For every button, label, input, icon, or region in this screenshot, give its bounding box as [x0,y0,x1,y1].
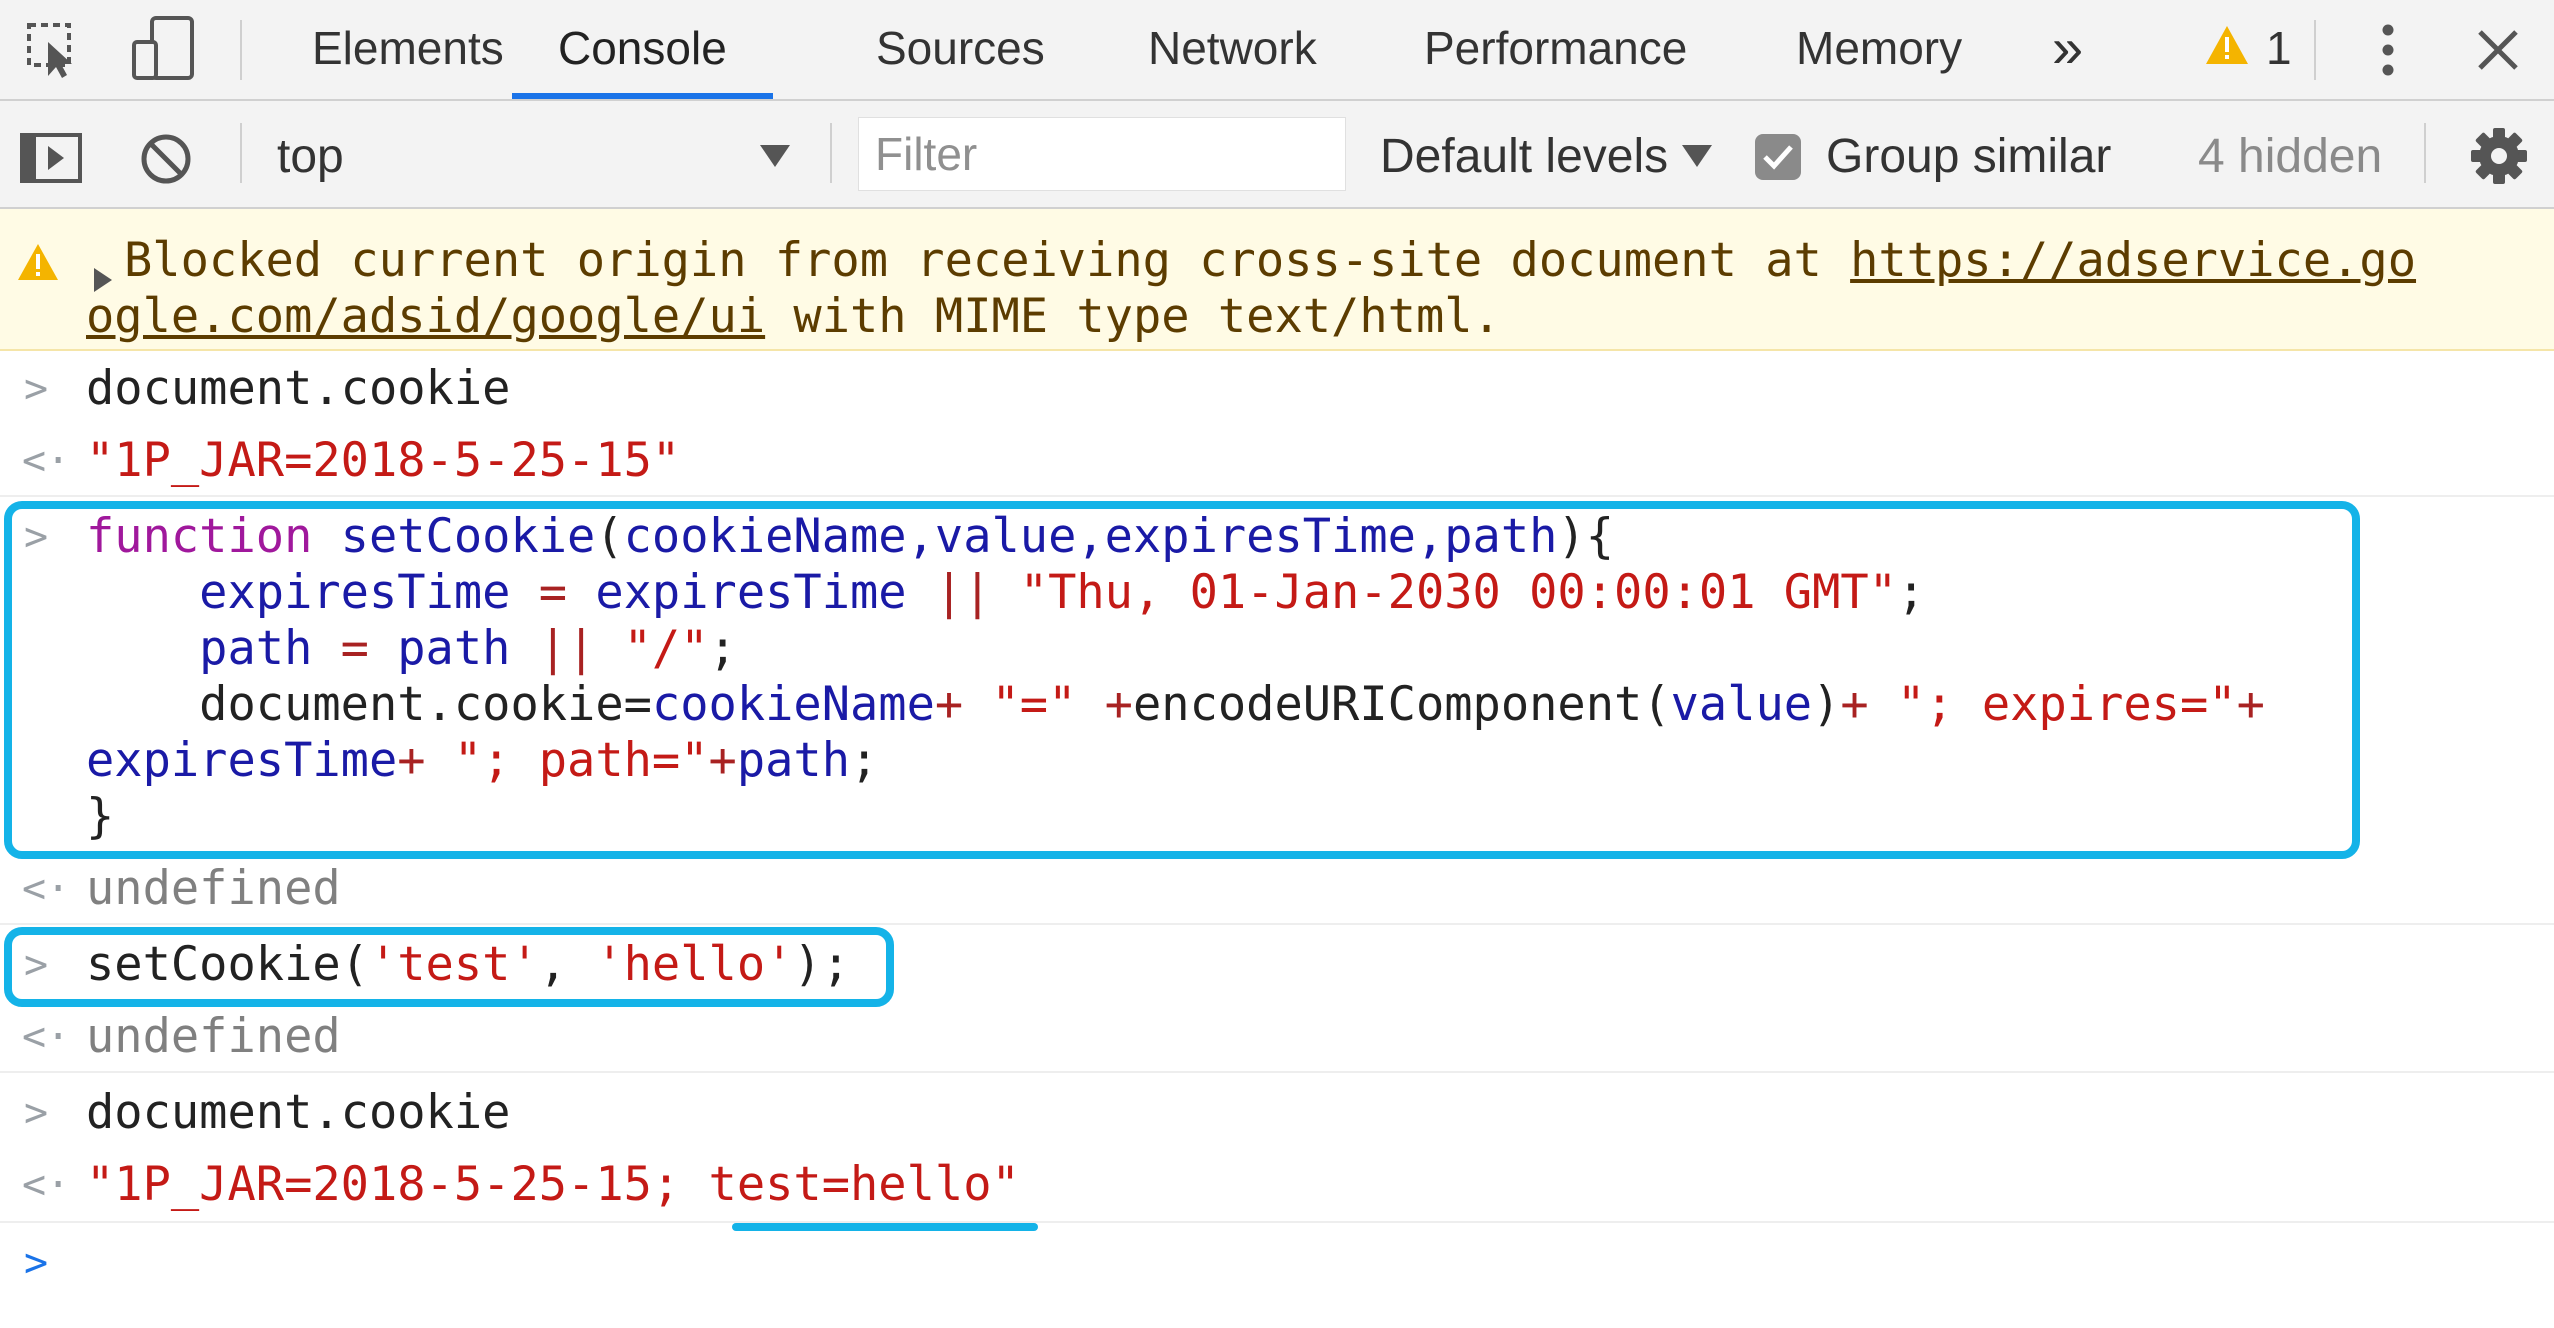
input-prompt-icon: > [24,366,49,412]
call-highlight-box [4,927,894,1007]
settings-gear-icon[interactable] [2470,127,2528,190]
quote: " [991,1157,1020,1212]
console-input: document.cookie [86,361,511,416]
output-arrow-icon: <· [22,866,71,912]
warning-url-link-cont[interactable]: ogle.com/adsid/google/ui [86,289,765,344]
output-arrow-icon: <· [22,1162,71,1208]
inspect-element-icon[interactable] [26,22,84,85]
warning-icon [16,239,60,294]
warning-text-line1: Blocked current origin from receiving cr… [124,233,2416,289]
console-output: "1P_JAR=2018-5-25-15" [86,433,681,488]
context-selector-value: top [277,130,344,183]
close-icon[interactable] [2476,28,2520,77]
chevron-down-icon [760,145,790,172]
default-levels-dropdown[interactable]: Default levels [1370,101,1720,207]
console-prompt-icon: > [24,1240,49,1286]
console-output: "1P_JAR=2018-5-25-15; test=hello" [86,1157,1020,1213]
cookie-string: "1P_JAR=2018-5-25-15; [86,1157,709,1212]
output-arrow-icon: <· [22,1014,71,1060]
toolbar-divider-3 [2424,123,2426,183]
message-divider [0,923,2554,925]
warning-text-line2: ogle.com/adsid/google/ui with MIME type … [86,289,1501,345]
console-output: undefined [86,861,341,916]
chevron-down-icon [1682,145,1712,172]
context-selector[interactable]: top [260,101,800,207]
toolbar-divider [240,123,242,183]
hidden-count: 4 hidden [2198,130,2383,183]
clear-console-icon[interactable] [138,131,194,192]
more-options-icon[interactable] [2376,22,2400,83]
tabbar-divider [240,20,242,80]
output-arrow-icon: <· [22,438,71,484]
tab-sources[interactable]: Sources [876,0,1045,99]
devtools-tab-bar: Elements Console Sources Network Perform… [0,0,2554,101]
device-toolbar-icon[interactable] [130,16,196,87]
message-divider [0,1221,2554,1223]
tab-memory[interactable]: Memory [1796,0,1962,99]
toolbar-divider-2 [830,123,832,183]
message-divider [0,495,2554,497]
default-levels-label: Default levels [1380,130,1669,183]
group-similar-label[interactable]: Group similar [1826,127,2111,187]
test-cookie-underline [732,1223,1038,1231]
tab-console[interactable]: Console [512,0,773,99]
tabbar-divider-right [2314,20,2316,80]
console-output: undefined [86,1009,341,1064]
message-divider [0,1071,2554,1073]
group-similar-checkbox[interactable] [1754,133,1802,186]
console-toolbar: top Default levels Group similar 4 hidde… [0,101,2554,209]
warning-suffix: with MIME type text/html. [765,289,1501,344]
warning-count[interactable]: 1 [2266,0,2292,99]
more-tabs-button[interactable]: » [2052,0,2083,99]
console-prompt-input[interactable] [86,1231,2526,1295]
tab-elements[interactable]: Elements [312,0,504,99]
warning-url-link[interactable]: https://adservice.go [1850,233,2416,288]
cookie-test-value: test=hello [708,1157,992,1212]
warning-message: Blocked current origin from receiving cr… [0,209,2554,351]
console-input: document.cookie [86,1085,511,1140]
tab-network[interactable]: Network [1148,0,1317,99]
console-messages: Blocked current origin from receiving cr… [0,209,2554,1328]
show-sidebar-icon[interactable] [20,133,82,188]
input-prompt-icon: > [24,1090,49,1136]
filter-input[interactable] [858,117,1346,191]
function-highlight-box [4,501,2360,859]
warning-icon[interactable] [2204,24,2250,71]
warning-text: Blocked current origin from receiving cr… [124,233,1851,288]
tab-performance[interactable]: Performance [1424,0,1687,99]
